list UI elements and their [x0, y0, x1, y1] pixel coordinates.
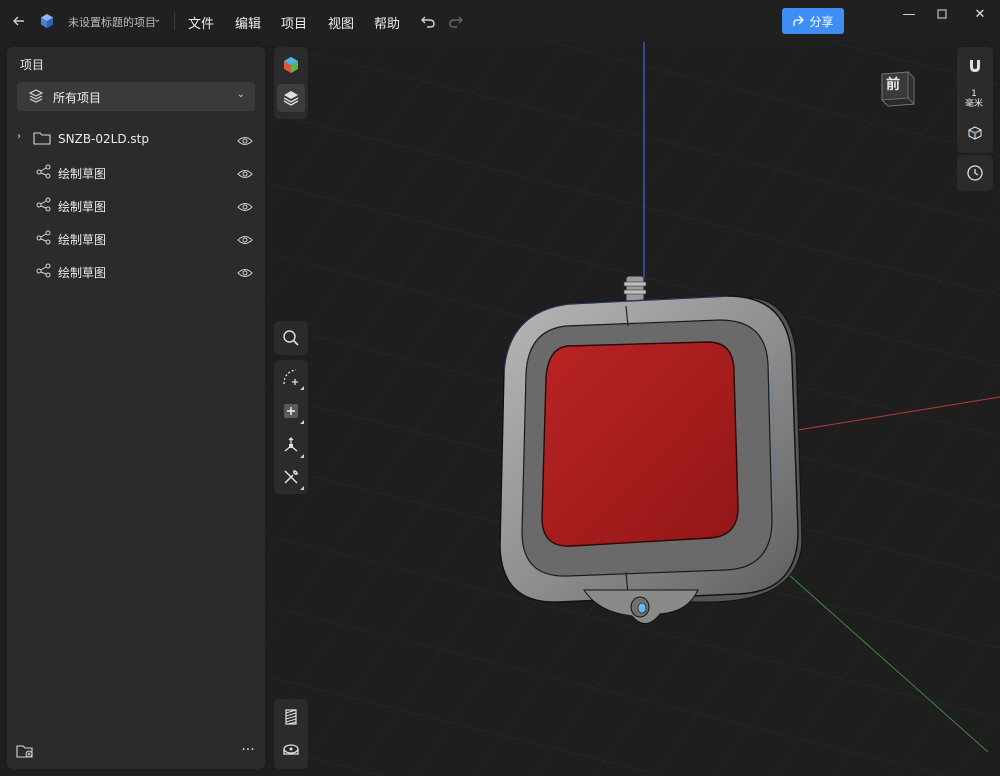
tree-item-sketch[interactable]: 绘制草图	[13, 158, 259, 186]
close-icon[interactable]: ✕	[968, 6, 992, 22]
sketch-curve-icon[interactable]	[277, 363, 305, 391]
model-face	[541, 341, 739, 547]
sketch-icon	[35, 163, 53, 181]
eye-icon[interactable]	[237, 132, 253, 145]
create-toolbar	[274, 360, 308, 494]
sketch-icon	[35, 196, 53, 214]
view-mode-toolbar	[274, 47, 308, 119]
eye-icon[interactable]	[237, 264, 253, 277]
model-snzb-02ld[interactable]	[499, 275, 803, 624]
view-cube-label: 前	[886, 77, 900, 93]
section-icon[interactable]	[277, 703, 305, 731]
share-icon	[793, 15, 805, 26]
add-shape-icon[interactable]	[277, 397, 305, 425]
panel-title: 项目	[20, 58, 45, 72]
sketch-icon	[35, 262, 53, 280]
app-logo-icon	[38, 12, 56, 30]
menu-view[interactable]: 视图	[328, 13, 354, 32]
filter-label: 所有项目	[53, 91, 102, 105]
eye-icon[interactable]	[237, 165, 253, 178]
title-divider	[174, 12, 175, 30]
new-folder-icon[interactable]	[16, 743, 34, 761]
tree-item-sketch[interactable]: 绘制草图	[13, 224, 259, 252]
document-title[interactable]: 未设置标题的项目	[68, 14, 156, 30]
grid-scale-value: 1	[971, 89, 977, 99]
sketch-icon	[35, 229, 53, 247]
chevron-down-icon: ⌄	[236, 89, 245, 100]
snap-toolbar: 1 毫米	[957, 47, 993, 153]
scene-canvas[interactable]	[268, 42, 1000, 776]
search-icon[interactable]	[277, 324, 305, 352]
back-arrow-icon[interactable]	[8, 10, 30, 32]
layers-icon	[28, 88, 44, 104]
project-filter-dropdown[interactable]: 所有项目 ⌄	[17, 82, 255, 111]
layers-icon[interactable]	[277, 84, 305, 112]
menu-project[interactable]: 项目	[281, 13, 307, 32]
eye-icon[interactable]	[237, 198, 253, 211]
appearance-icon[interactable]	[277, 51, 305, 79]
title-bar: 未设置标题的项目 ⌄ 文件 编辑 项目 视图 帮助 分享 — ✕	[0, 0, 1000, 42]
clock-icon[interactable]	[961, 159, 989, 187]
bottom-toolbar	[274, 699, 308, 769]
project-panel: 项目 所有项目 ⌄ › SNZB-02LD.stp 绘制草图 绘制草图 绘制草图…	[7, 47, 265, 769]
undo-icon[interactable]	[418, 11, 438, 31]
tree-item-label: 绘制草图	[58, 233, 107, 247]
tree-item-file[interactable]: › SNZB-02LD.stp	[13, 125, 259, 153]
menu-file[interactable]: 文件	[188, 13, 214, 32]
search-toolbar	[274, 321, 308, 355]
magnet-icon[interactable]	[961, 52, 989, 80]
grid-scale-unit: 毫米	[964, 99, 983, 109]
tools-icon[interactable]	[277, 463, 305, 491]
tree-item-sketch[interactable]: 绘制草图	[13, 191, 259, 219]
tree-item-label: 绘制草图	[58, 167, 107, 181]
cube-icon[interactable]	[961, 119, 989, 147]
history-toolbar	[957, 155, 993, 191]
menu-help[interactable]: 帮助	[374, 13, 400, 32]
tree-item-label: 绘制草图	[58, 266, 107, 280]
3d-viewport[interactable]	[268, 42, 1000, 776]
folder-icon	[33, 130, 51, 148]
more-icon[interactable]: ···	[238, 743, 258, 761]
chevron-down-icon[interactable]: ⌄	[153, 14, 161, 25]
tree-item-sketch[interactable]: 绘制草图	[13, 257, 259, 285]
menu-edit[interactable]: 编辑	[235, 13, 261, 32]
redo-icon[interactable]	[446, 11, 466, 31]
transform-icon[interactable]	[277, 431, 305, 459]
minimize-icon[interactable]: —	[897, 6, 921, 22]
maximize-icon[interactable]	[930, 6, 954, 22]
chevron-right-icon[interactable]: ›	[17, 131, 21, 142]
share-label: 分享	[809, 14, 834, 29]
tree-item-label: SNZB-02LD.stp	[58, 132, 149, 146]
tree-item-label: 绘制草图	[58, 200, 107, 214]
measure-icon[interactable]	[277, 736, 305, 764]
share-button[interactable]: 分享	[782, 8, 844, 34]
eye-icon[interactable]	[237, 231, 253, 244]
